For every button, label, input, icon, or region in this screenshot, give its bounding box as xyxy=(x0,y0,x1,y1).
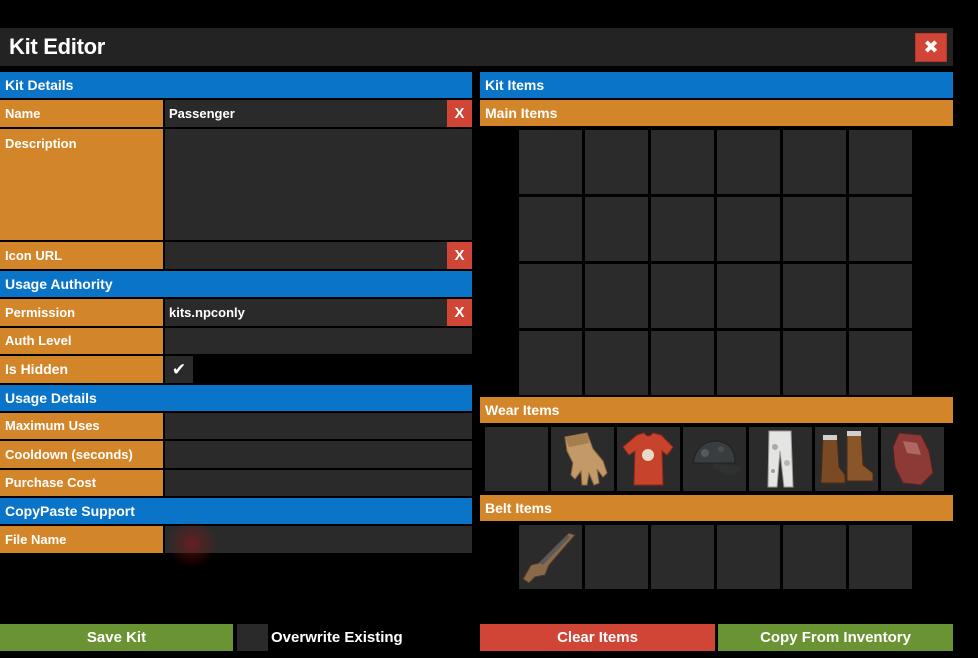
wear-slot[interactable] xyxy=(683,427,746,491)
overwrite-existing-label: Overwrite Existing xyxy=(271,629,403,646)
wear-slot[interactable] xyxy=(617,427,680,491)
save-kit-button[interactable]: Save Kit xyxy=(0,624,233,651)
clear-items-button[interactable]: Clear Items xyxy=(480,624,715,651)
main-items-grid xyxy=(519,130,912,395)
main-slot[interactable] xyxy=(783,331,846,395)
close-icon: ✖ xyxy=(923,37,939,57)
name-label: Name xyxy=(0,100,163,127)
icon-url-input[interactable] xyxy=(165,242,447,269)
belt-slot[interactable] xyxy=(717,525,780,589)
checkmark-icon: ✔ xyxy=(171,359,187,379)
copypaste-header: CopyPaste Support xyxy=(0,498,472,524)
window-title: Kit Editor xyxy=(9,34,105,59)
main-slot[interactable] xyxy=(717,264,780,328)
name-input[interactable]: Passenger xyxy=(165,100,447,127)
main-slot[interactable] xyxy=(717,331,780,395)
copy-from-inventory-button[interactable]: Copy From Inventory xyxy=(718,624,953,651)
overwrite-existing-checkbox[interactable] xyxy=(237,624,268,651)
is-hidden-label: Is Hidden xyxy=(0,356,163,383)
burlap-headwrap-icon xyxy=(892,432,934,486)
name-clear-button[interactable]: X xyxy=(447,100,472,127)
auth-level-label: Auth Level xyxy=(0,328,163,354)
icon-url-label: Icon URL xyxy=(0,242,163,269)
max-uses-label: Maximum Uses xyxy=(0,413,163,439)
file-name-label: File Name xyxy=(0,526,163,553)
main-slot[interactable] xyxy=(651,331,714,395)
belt-slot[interactable] xyxy=(585,525,648,589)
main-slot[interactable] xyxy=(519,331,582,395)
main-slot[interactable] xyxy=(585,264,648,328)
is-hidden-checkbox[interactable]: ✔ xyxy=(165,356,193,383)
main-slot[interactable] xyxy=(783,264,846,328)
clear-icon: X xyxy=(454,247,465,264)
main-items-header: Main Items xyxy=(480,100,953,126)
permission-clear-button[interactable]: X xyxy=(447,299,472,326)
main-slot[interactable] xyxy=(651,130,714,194)
wear-items-header: Wear Items xyxy=(480,397,953,423)
main-slot[interactable] xyxy=(783,197,846,261)
main-slot[interactable] xyxy=(717,130,780,194)
close-button[interactable]: ✖ xyxy=(915,33,947,62)
rifle-icon xyxy=(522,532,576,584)
auth-level-input[interactable] xyxy=(165,328,472,354)
main-slot[interactable] xyxy=(585,197,648,261)
kit-details-header: Kit Details xyxy=(0,72,472,98)
belt-slot[interactable] xyxy=(519,525,582,589)
permission-label: Permission xyxy=(0,299,163,326)
main-slot[interactable] xyxy=(849,130,912,194)
leather-boots-icon xyxy=(820,431,874,484)
main-slot[interactable] xyxy=(717,197,780,261)
red-tshirt-icon xyxy=(622,432,674,486)
main-slot[interactable] xyxy=(519,264,582,328)
description-label: Description xyxy=(0,129,163,240)
main-slot[interactable] xyxy=(585,130,648,194)
usage-details-header: Usage Details xyxy=(0,385,472,411)
wear-slot[interactable] xyxy=(749,427,812,491)
purchase-cost-input[interactable] xyxy=(165,470,472,496)
main-slot[interactable] xyxy=(651,264,714,328)
snow-camo-pants-icon xyxy=(767,430,794,488)
cursor-glow xyxy=(168,522,216,570)
wear-slot[interactable] xyxy=(551,427,614,491)
wear-items-row xyxy=(485,427,945,491)
camo-cap-icon xyxy=(692,440,741,475)
wear-slot[interactable] xyxy=(881,427,944,491)
kit-items-header: Kit Items xyxy=(480,72,953,98)
main-slot[interactable] xyxy=(651,197,714,261)
purchase-cost-label: Purchase Cost xyxy=(0,470,163,496)
clear-icon: X xyxy=(454,304,465,321)
permission-input[interactable]: kits.npconly xyxy=(165,299,447,326)
belt-items-header: Belt Items xyxy=(480,495,953,521)
main-slot[interactable] xyxy=(585,331,648,395)
cooldown-label: Cooldown (seconds) xyxy=(0,441,163,468)
burlap-gloves-icon xyxy=(564,432,608,486)
main-slot[interactable] xyxy=(849,331,912,395)
description-input[interactable] xyxy=(165,129,472,240)
main-slot[interactable] xyxy=(519,130,582,194)
main-slot[interactable] xyxy=(783,130,846,194)
clear-icon: X xyxy=(454,105,465,122)
icon-url-clear-button[interactable]: X xyxy=(447,242,472,269)
cooldown-input[interactable] xyxy=(165,441,472,468)
belt-slot[interactable] xyxy=(783,525,846,589)
belt-items-row xyxy=(519,525,912,589)
main-slot[interactable] xyxy=(519,197,582,261)
belt-slot[interactable] xyxy=(849,525,912,589)
main-slot[interactable] xyxy=(849,264,912,328)
wear-slot[interactable] xyxy=(815,427,878,491)
title-bar xyxy=(0,28,953,66)
max-uses-input[interactable] xyxy=(165,413,472,439)
belt-slot[interactable] xyxy=(651,525,714,589)
main-slot[interactable] xyxy=(849,197,912,261)
wear-slot[interactable] xyxy=(485,427,548,491)
usage-authority-header: Usage Authority xyxy=(0,271,472,297)
